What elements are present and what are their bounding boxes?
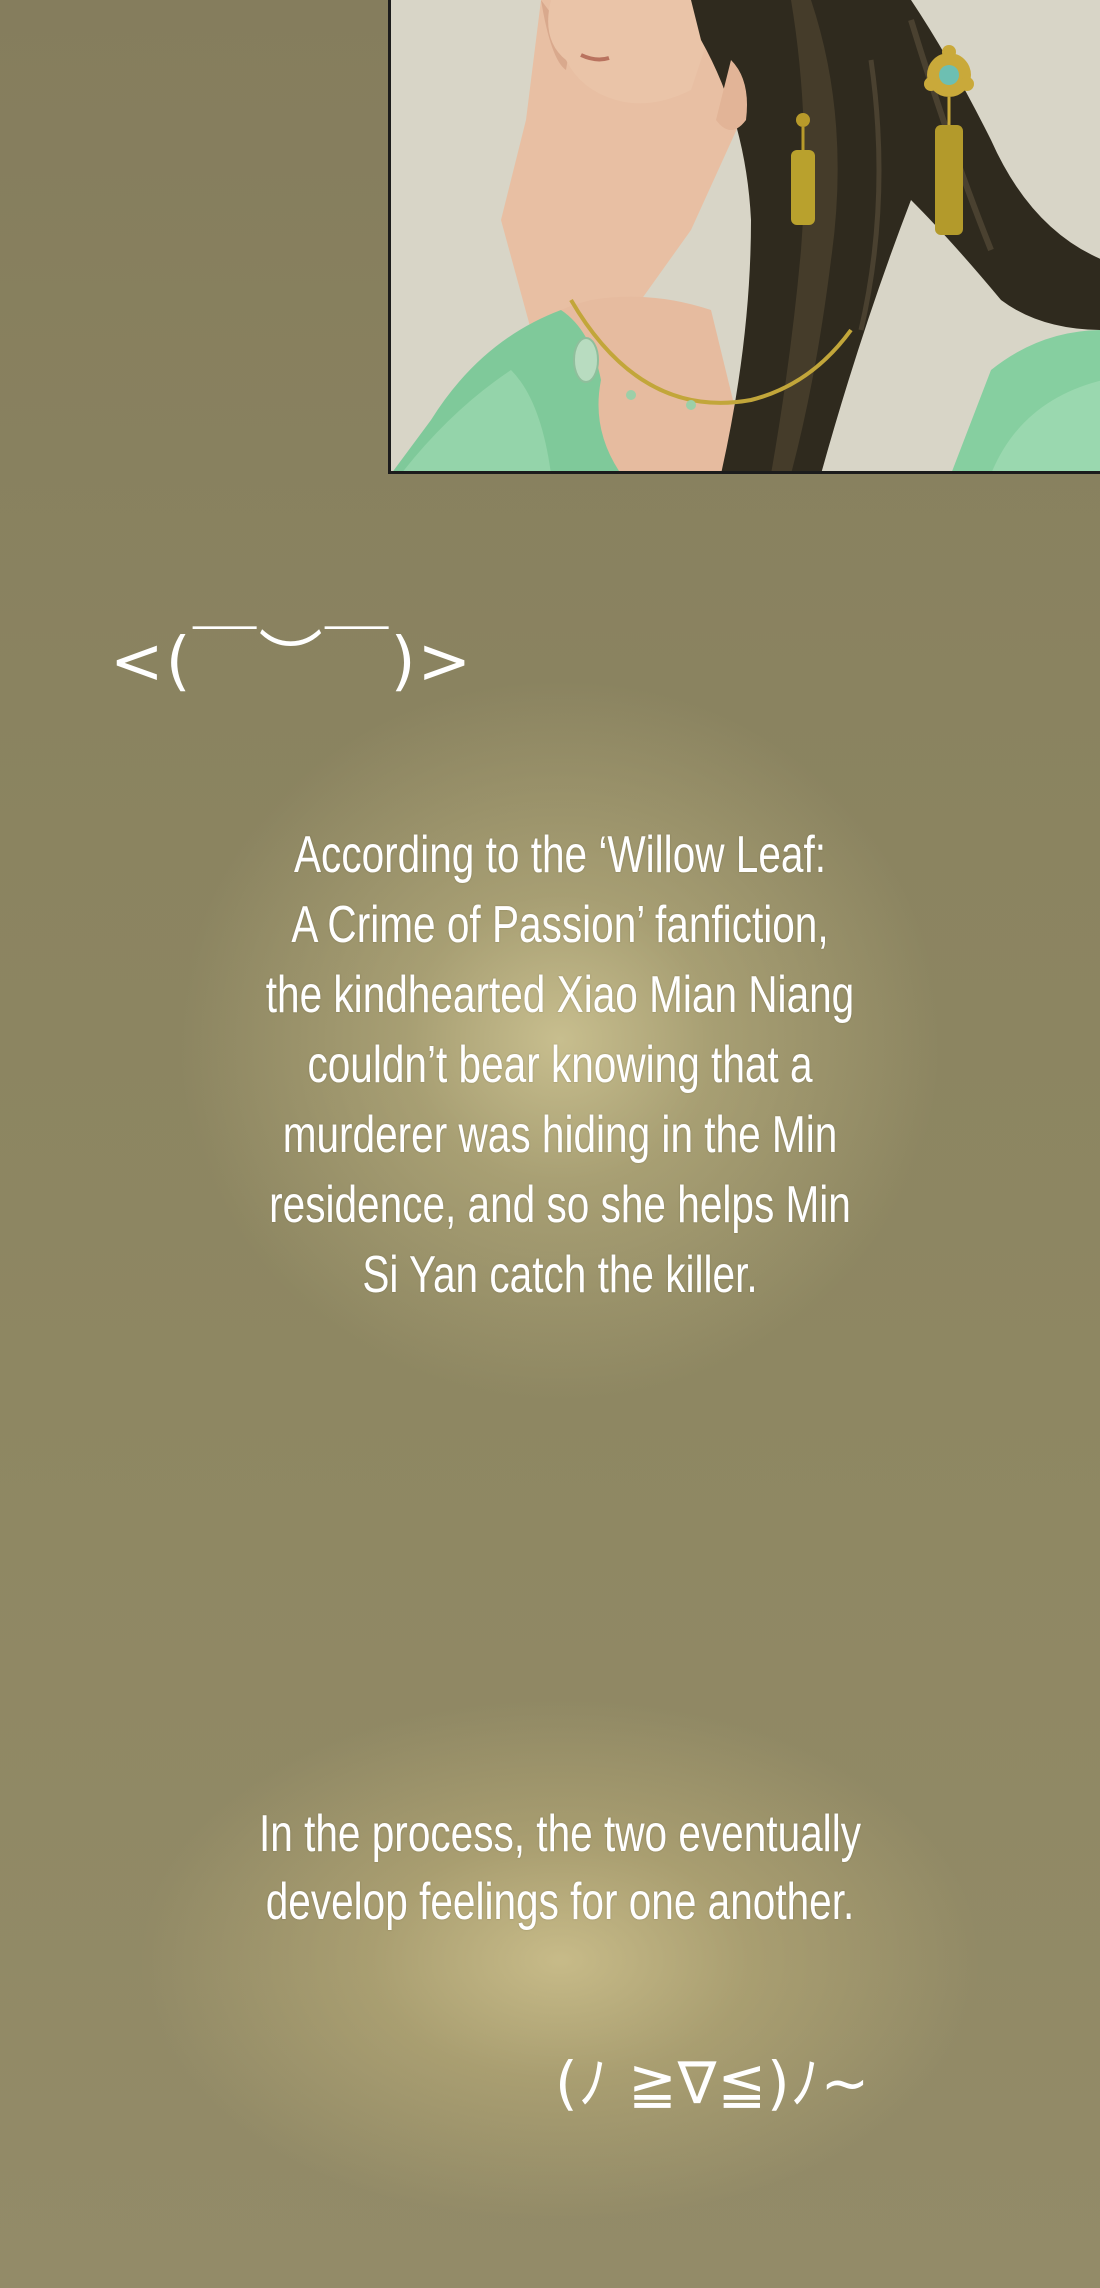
kaomoji-excited: (ﾉ ≧∇≦)ﾉ~ <box>555 2049 871 2117</box>
narration-text-2: In the process, the two eventually devel… <box>259 1805 861 1931</box>
page-background: <(￣︶￣)> According to the ‘Willow Leaf: A… <box>0 0 1100 2288</box>
narration-text-1: According to the ‘Willow Leaf: A Crime o… <box>265 826 855 1304</box>
illustration-panel <box>388 0 1100 474</box>
kaomoji-smug: <(￣︶￣)> <box>110 625 474 699</box>
woman-illustration <box>391 0 1100 471</box>
